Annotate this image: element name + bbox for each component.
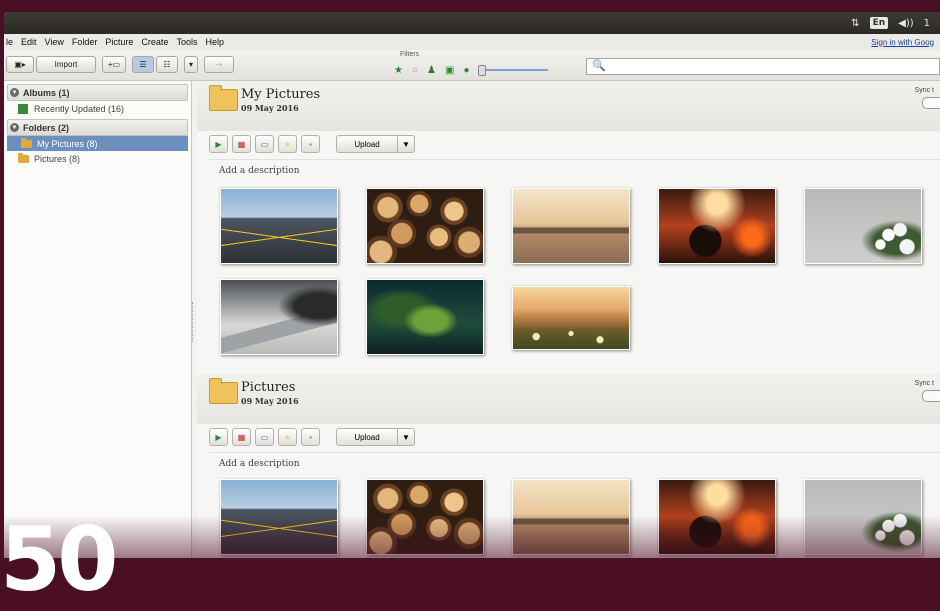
system-top-bar: ⇅ En ◀)) 1 <box>4 12 940 34</box>
geotag-filter-icon[interactable]: ● <box>463 65 469 76</box>
menu-create[interactable]: Create <box>141 37 168 47</box>
system-extra-indicator[interactable]: 1 <box>924 18 930 29</box>
sidebar-item-label: Pictures (8) <box>34 153 81 164</box>
sidebar-item-recently-updated[interactable]: Recently Updated (16) <box>4 101 191 116</box>
collage-icon[interactable]: ▦ <box>232 428 251 446</box>
divider <box>209 159 940 160</box>
import-device-icon[interactable]: ▣▸ <box>6 56 34 73</box>
menu-edit[interactable]: Edit <box>21 37 37 47</box>
sidebar-item-label: Recently Updated (16) <box>34 103 125 114</box>
upload-button[interactable]: Upload <box>336 428 398 446</box>
play-slideshow-icon[interactable]: ▶ <box>209 428 228 446</box>
folders-header-label: Folders (2) <box>23 122 70 133</box>
section-actions: ▶ ▦ ▭ ★ ▪ Upload ▼ <box>209 427 415 447</box>
sync-label: Sync t <box>914 87 934 94</box>
sidebar-item-my-pictures[interactable]: My Pictures (8) <box>7 136 188 151</box>
sidebar-item-label: My Pictures (8) <box>37 138 98 149</box>
menu-folder[interactable]: Folder <box>72 37 98 47</box>
photo-library-pane: My Pictures 09 May 2016 Sync t ▶ ▦ ▭ ★ ▪… <box>197 81 940 558</box>
main-toolbar: ▣▸ Import +▭ ☰ ☷ ▾ ⇢ Filters ★ ○ ♟ ▣ ● 🔍 <box>4 50 940 81</box>
movie-icon[interactable]: ▭ <box>255 428 274 446</box>
photo-thumbnail[interactable] <box>220 279 338 355</box>
photo-thumbnail[interactable] <box>658 188 776 264</box>
share-icon[interactable]: ⇢ <box>204 56 234 73</box>
add-description-field[interactable]: Add a description <box>219 459 300 469</box>
star-icon[interactable]: ★ <box>278 428 297 446</box>
upload-dropdown-icon[interactable]: ▼ <box>398 428 415 446</box>
collapse-arrow-icon[interactable]: ▼ <box>10 123 19 132</box>
section-header: My Pictures 09 May 2016 Sync t <box>197 81 940 131</box>
album-icon <box>18 103 28 114</box>
sync-label: Sync t <box>914 380 934 387</box>
section-actions: ▶ ▦ ▭ ★ ▪ Upload ▼ <box>209 134 415 154</box>
menu-view[interactable]: View <box>45 37 64 47</box>
sync-toggle[interactable] <box>922 390 940 402</box>
albums-header[interactable]: ▼ Albums (1) <box>7 84 188 101</box>
tree-view-icon[interactable]: ☷ <box>156 56 178 73</box>
upload-button[interactable]: Upload <box>336 135 398 153</box>
menu-help[interactable]: Help <box>205 37 224 47</box>
star-icon[interactable]: ★ <box>278 135 297 153</box>
thumbnail-view-icon[interactable]: ☰ <box>132 56 154 73</box>
picasa-window: ⇅ En ◀)) 1 le Edit View Folder Picture C… <box>4 12 940 558</box>
sidebar-item-pictures[interactable]: Pictures (8) <box>4 151 191 166</box>
folder-icon <box>209 378 238 404</box>
add-description-field[interactable]: Add a description <box>219 166 300 176</box>
slider-knob[interactable] <box>478 65 487 76</box>
photo-thumbnail[interactable] <box>804 188 922 264</box>
filters-label: Filters <box>400 51 420 58</box>
collapse-arrow-icon[interactable]: ▼ <box>10 88 19 97</box>
uploaded-filter-icon[interactable]: ▣ <box>445 65 454 76</box>
menu-bar: le Edit View Folder Picture Create Tools… <box>4 34 940 51</box>
folders-header[interactable]: ▼ Folders (2) <box>7 119 188 136</box>
keyboard-language-indicator[interactable]: En <box>869 17 889 29</box>
pane-splitter-handle[interactable] <box>192 302 196 342</box>
video-filter-icon[interactable]: ○ <box>412 65 418 76</box>
date-filter-slider[interactable] <box>478 65 549 76</box>
save-icon[interactable]: ▪ <box>301 135 320 153</box>
folder-icon <box>21 137 32 148</box>
library-sidebar: ▼ Albums (1) Recently Updated (16) ▼ Fol… <box>4 81 192 558</box>
faces-filter-icon[interactable]: ♟ <box>427 65 436 76</box>
photo-thumbnail[interactable] <box>366 279 484 355</box>
photo-thumbnail[interactable] <box>220 188 338 264</box>
view-dropdown-icon[interactable]: ▾ <box>184 56 198 73</box>
section-title[interactable]: Pictures <box>241 380 295 395</box>
import-button[interactable]: Import <box>36 56 96 73</box>
folder-icon <box>209 85 238 111</box>
sign-in-link[interactable]: Sign in with Goog <box>871 38 934 47</box>
section-date: 09 May 2016 <box>241 396 299 406</box>
collage-icon[interactable]: ▦ <box>232 135 251 153</box>
movie-icon[interactable]: ▭ <box>255 135 274 153</box>
save-icon[interactable]: ▪ <box>301 428 320 446</box>
menu-file[interactable]: le <box>6 37 13 47</box>
albums-header-label: Albums (1) <box>23 87 70 98</box>
search-input[interactable]: 🔍 <box>586 58 940 75</box>
section-date: 09 May 2016 <box>241 103 299 113</box>
play-slideshow-icon[interactable]: ▶ <box>209 135 228 153</box>
photo-thumbnail[interactable] <box>366 188 484 264</box>
menu-tools[interactable]: Tools <box>176 37 197 47</box>
photo-thumbnail[interactable] <box>512 188 630 264</box>
magazine-overlay-number: 50 <box>0 508 118 611</box>
folder-icon <box>18 152 29 163</box>
add-album-button[interactable]: +▭ <box>102 56 126 73</box>
section-header: Pictures 09 May 2016 Sync t <box>197 374 940 424</box>
photo-thumbnail[interactable] <box>512 286 630 350</box>
starred-filter-icon[interactable]: ★ <box>394 65 403 76</box>
divider <box>209 452 940 453</box>
volume-icon[interactable]: ◀)) <box>898 18 914 29</box>
section-title[interactable]: My Pictures <box>241 87 320 102</box>
sync-toggle[interactable] <box>922 97 940 109</box>
folder-section-my-pictures: My Pictures 09 May 2016 Sync t ▶ ▦ ▭ ★ ▪… <box>197 81 940 374</box>
filters-bar: ★ ○ ♟ ▣ ● <box>394 63 578 77</box>
network-arrows-icon[interactable]: ⇅ <box>851 18 859 29</box>
search-icon: 🔍 <box>592 60 606 72</box>
upload-dropdown-icon[interactable]: ▼ <box>398 135 415 153</box>
menu-picture[interactable]: Picture <box>105 37 133 47</box>
